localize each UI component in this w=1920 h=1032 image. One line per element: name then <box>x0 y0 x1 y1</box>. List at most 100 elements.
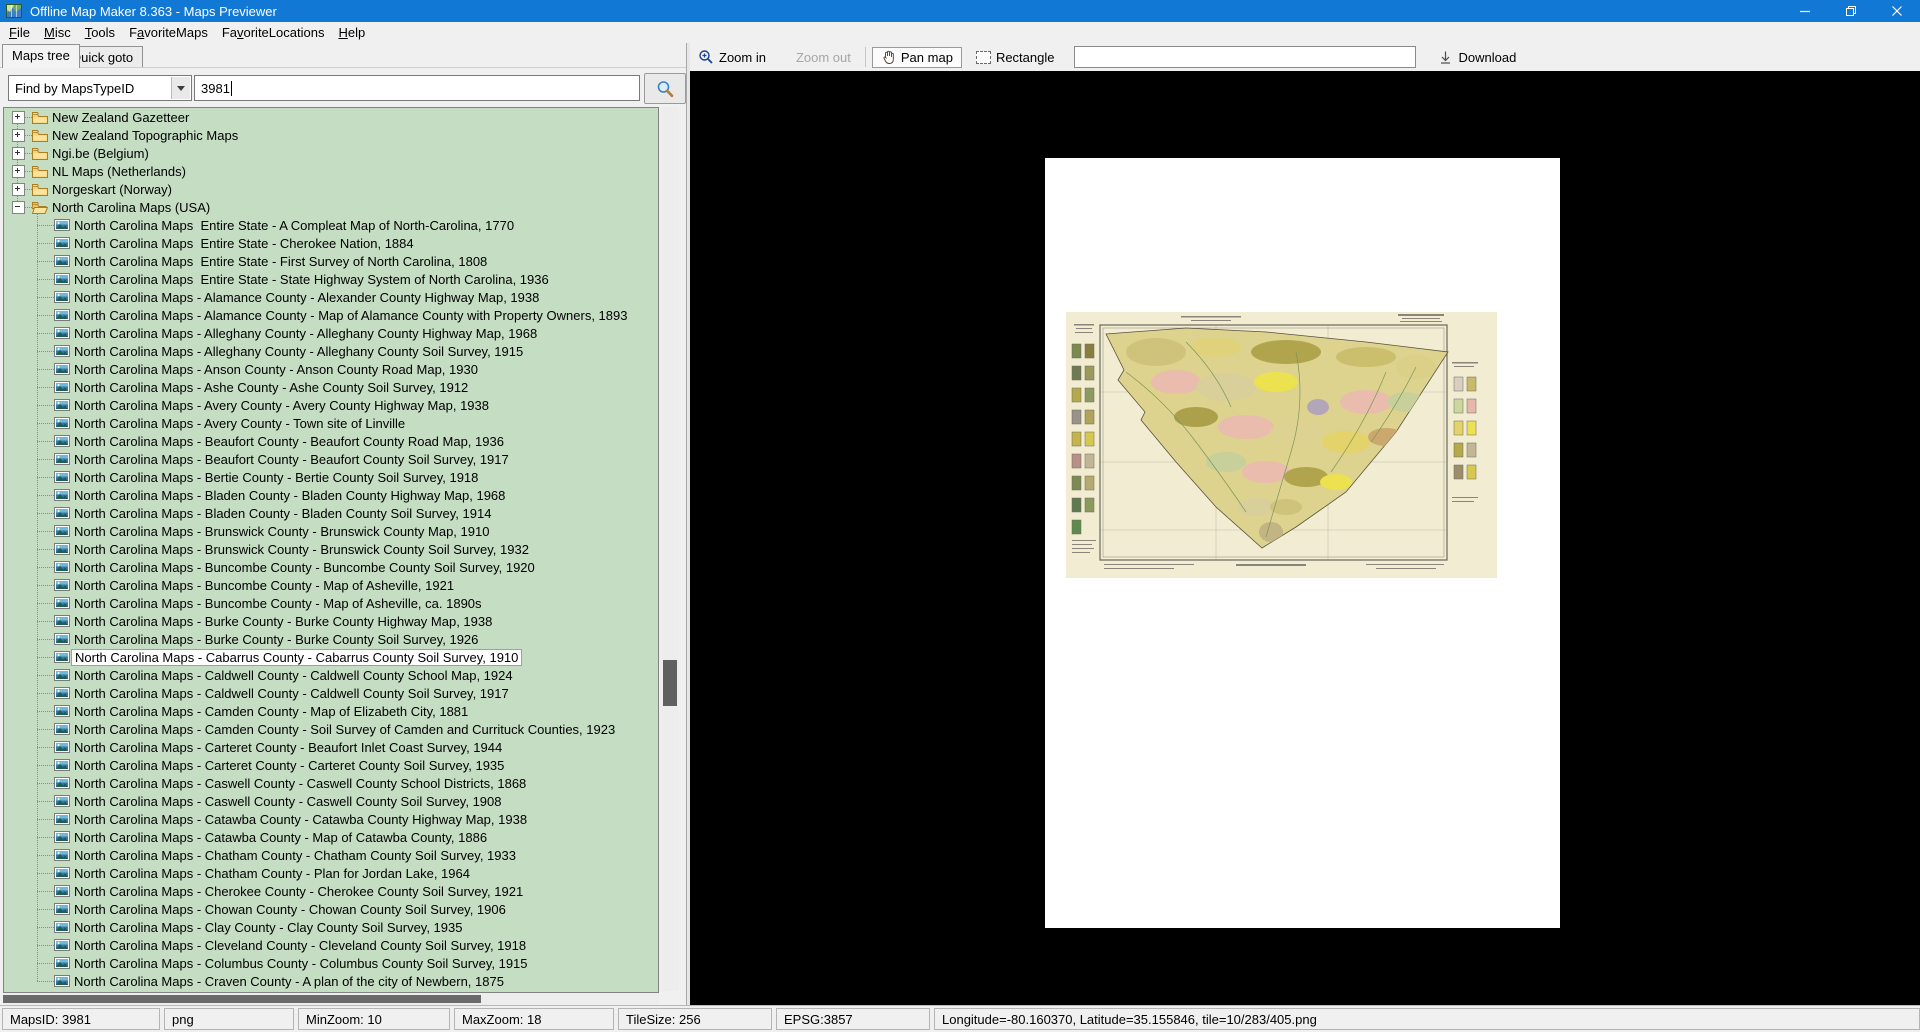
expand-toggle[interactable] <box>12 165 25 178</box>
tree-map-item[interactable]: North Carolina Maps - Chatham County - C… <box>4 846 658 864</box>
search-input[interactable]: 3981 <box>194 75 640 101</box>
find-mode-select[interactable]: Find by MapsTypeID <box>8 75 192 101</box>
tree-map-item-label: North Carolina Maps - Cleveland County -… <box>74 938 526 953</box>
rectangle-button[interactable]: Rectangle <box>968 47 1063 68</box>
tree-map-item-label: North Carolina Maps - Brunswick County -… <box>74 542 529 557</box>
map-item-icon <box>54 309 70 321</box>
tree-connector-stub <box>37 837 54 838</box>
tree-map-item[interactable]: North Carolina Maps Entire State - A Com… <box>4 216 658 234</box>
tree-map-item[interactable]: North Carolina Maps - Burke County - Bur… <box>4 612 658 630</box>
map-item-icon <box>54 831 70 843</box>
tree-map-item[interactable]: North Carolina Maps - Caldwell County - … <box>4 684 658 702</box>
tree-connector-stub <box>37 387 54 388</box>
tree-map-item[interactable]: North Carolina Maps - Carteret County - … <box>4 756 658 774</box>
tree-map-item[interactable]: North Carolina Maps - Catawba County - C… <box>4 810 658 828</box>
horizontal-scroll-thumb[interactable] <box>3 995 481 1003</box>
tree-folder[interactable]: North Carolina Maps (USA) <box>4 198 658 216</box>
cabarrus-soil-survey-map <box>1066 312 1497 578</box>
tree-folder[interactable]: Norgeskart (Norway) <box>4 180 658 198</box>
restore-button[interactable] <box>1828 0 1874 22</box>
download-button[interactable]: Download <box>1430 47 1524 68</box>
tree-map-item[interactable]: North Carolina Maps - Anson County - Ans… <box>4 360 658 378</box>
combo-drop-button[interactable] <box>171 77 190 99</box>
tree-map-item-label: North Carolina Maps - Anson County - Ans… <box>74 362 478 377</box>
tree-map-item[interactable]: North Carolina Maps Entire State - First… <box>4 252 658 270</box>
tree-map-item[interactable]: North Carolina Maps - Bladen County - Bl… <box>4 504 658 522</box>
tree-connector-stub <box>37 351 54 352</box>
map-item-icon <box>54 813 70 825</box>
tree-folder[interactable]: Ngi.be (Belgium) <box>4 144 658 162</box>
expand-toggle[interactable] <box>12 183 25 196</box>
tree-map-item[interactable]: North Carolina Maps Entire State - State… <box>4 270 658 288</box>
menu-favoritemaps[interactable]: FavoriteMaps <box>122 23 215 42</box>
tree-map-item[interactable]: North Carolina Maps - Caswell County - C… <box>4 774 658 792</box>
tree-map-item[interactable]: North Carolina Maps - Bertie County - Be… <box>4 468 658 486</box>
tree-map-item[interactable]: North Carolina Maps - Brunswick County -… <box>4 522 658 540</box>
expand-toggle[interactable] <box>12 111 25 124</box>
menu-favoritelocations[interactable]: FavoriteLocations <box>215 23 332 42</box>
map-item-icon <box>54 291 70 303</box>
tree-map-item[interactable]: North Carolina Maps - Alamance County - … <box>4 306 658 324</box>
map-item-icon <box>54 957 70 969</box>
vertical-scroll-thumb[interactable] <box>663 660 677 706</box>
coordinate-input[interactable] <box>1074 46 1416 68</box>
tree-map-item[interactable]: North Carolina Maps - Burke County - Bur… <box>4 630 658 648</box>
tree-map-item[interactable]: North Carolina Maps - Bladen County - Bl… <box>4 486 658 504</box>
tree-map-item[interactable]: North Carolina Maps - Buncombe County - … <box>4 594 658 612</box>
tree-vertical-scrollbar[interactable] <box>661 107 679 991</box>
tree-map-item[interactable]: North Carolina Maps - Avery County - Tow… <box>4 414 658 432</box>
zoom-in-button[interactable]: Zoom in <box>690 46 774 68</box>
tree-map-item[interactable]: North Carolina Maps - Chatham County - P… <box>4 864 658 882</box>
tree-map-item[interactable]: North Carolina Maps - Camden County - Ma… <box>4 702 658 720</box>
map-item-icon <box>54 777 70 789</box>
tree-map-item[interactable]: North Carolina Maps - Clay County - Clay… <box>4 918 658 936</box>
tree-map-item[interactable]: North Carolina Maps - Alleghany County -… <box>4 342 658 360</box>
tree-connector-stub <box>37 261 54 262</box>
tree-map-item[interactable]: North Carolina Maps - Camden County - So… <box>4 720 658 738</box>
tree-map-item-label: North Carolina Maps - Alamance County - … <box>74 290 539 305</box>
expand-toggle[interactable] <box>12 147 25 160</box>
tree-map-item[interactable]: North Carolina Maps - Columbus County - … <box>4 954 658 972</box>
menu-tools[interactable]: Tools <box>78 23 122 42</box>
tree-map-item[interactable]: North Carolina Maps Entire State - Chero… <box>4 234 658 252</box>
tree-map-item[interactable]: North Carolina Maps - Caldwell County - … <box>4 666 658 684</box>
tree-map-item[interactable]: North Carolina Maps - Carteret County - … <box>4 738 658 756</box>
map-viewer[interactable] <box>690 71 1920 1005</box>
close-button[interactable] <box>1874 0 1920 22</box>
tree-folder[interactable]: New Zealand Gazetteer <box>4 108 658 126</box>
menu-file[interactable]: File <box>2 23 37 42</box>
tree-map-item[interactable]: North Carolina Maps - Craven County - A … <box>4 972 658 990</box>
tree-map-item[interactable]: North Carolina Maps - Beaufort County - … <box>4 432 658 450</box>
tree-map-item[interactable]: North Carolina Maps - Catawba County - M… <box>4 828 658 846</box>
collapse-toggle[interactable] <box>12 201 25 214</box>
tree-folder[interactable]: NL Maps (Netherlands) <box>4 162 658 180</box>
menu-misc[interactable]: Misc <box>37 23 78 42</box>
tree-map-item[interactable]: North Carolina Maps - Cabarrus County - … <box>4 648 658 666</box>
expand-toggle[interactable] <box>12 129 25 142</box>
search-input-value: 3981 <box>201 81 230 96</box>
tree-map-item[interactable]: North Carolina Maps - Buncombe County - … <box>4 558 658 576</box>
tree-map-item[interactable]: North Carolina Maps - Caswell County - C… <box>4 792 658 810</box>
tab-maps-tree[interactable]: Maps tree <box>2 44 80 68</box>
tree-map-item[interactable]: North Carolina Maps - Chowan County - Ch… <box>4 900 658 918</box>
menu-help[interactable]: Help <box>331 23 372 42</box>
tree-map-item[interactable]: North Carolina Maps - Beaufort County - … <box>4 450 658 468</box>
download-icon <box>1438 50 1453 65</box>
zoom-out-button[interactable]: Zoom out <box>788 47 859 68</box>
tree-map-item[interactable]: North Carolina Maps - Brunswick County -… <box>4 540 658 558</box>
minimize-button[interactable] <box>1782 0 1828 22</box>
tree-map-item[interactable]: North Carolina Maps - Alamance County - … <box>4 288 658 306</box>
tree-folder[interactable]: New Zealand Topographic Maps <box>4 126 658 144</box>
map-item-icon <box>54 975 70 987</box>
pan-map-button[interactable]: Pan map <box>872 47 962 68</box>
tree-map-item[interactable]: North Carolina Maps - Avery County - Ave… <box>4 396 658 414</box>
tree-horizontal-scrollbar[interactable] <box>3 993 659 1005</box>
tree-map-item[interactable]: North Carolina Maps - Cherokee County - … <box>4 882 658 900</box>
tree-map-item[interactable]: North Carolina Maps - Ashe County - Ashe… <box>4 378 658 396</box>
tree-map-item[interactable]: North Carolina Maps - Buncombe County - … <box>4 576 658 594</box>
tree-map-item[interactable]: North Carolina Maps - Alleghany County -… <box>4 324 658 342</box>
tree-connector-stub <box>25 153 32 154</box>
map-item-icon <box>54 723 70 735</box>
tree-map-item[interactable]: North Carolina Maps - Cleveland County -… <box>4 936 658 954</box>
search-button[interactable] <box>644 73 686 104</box>
